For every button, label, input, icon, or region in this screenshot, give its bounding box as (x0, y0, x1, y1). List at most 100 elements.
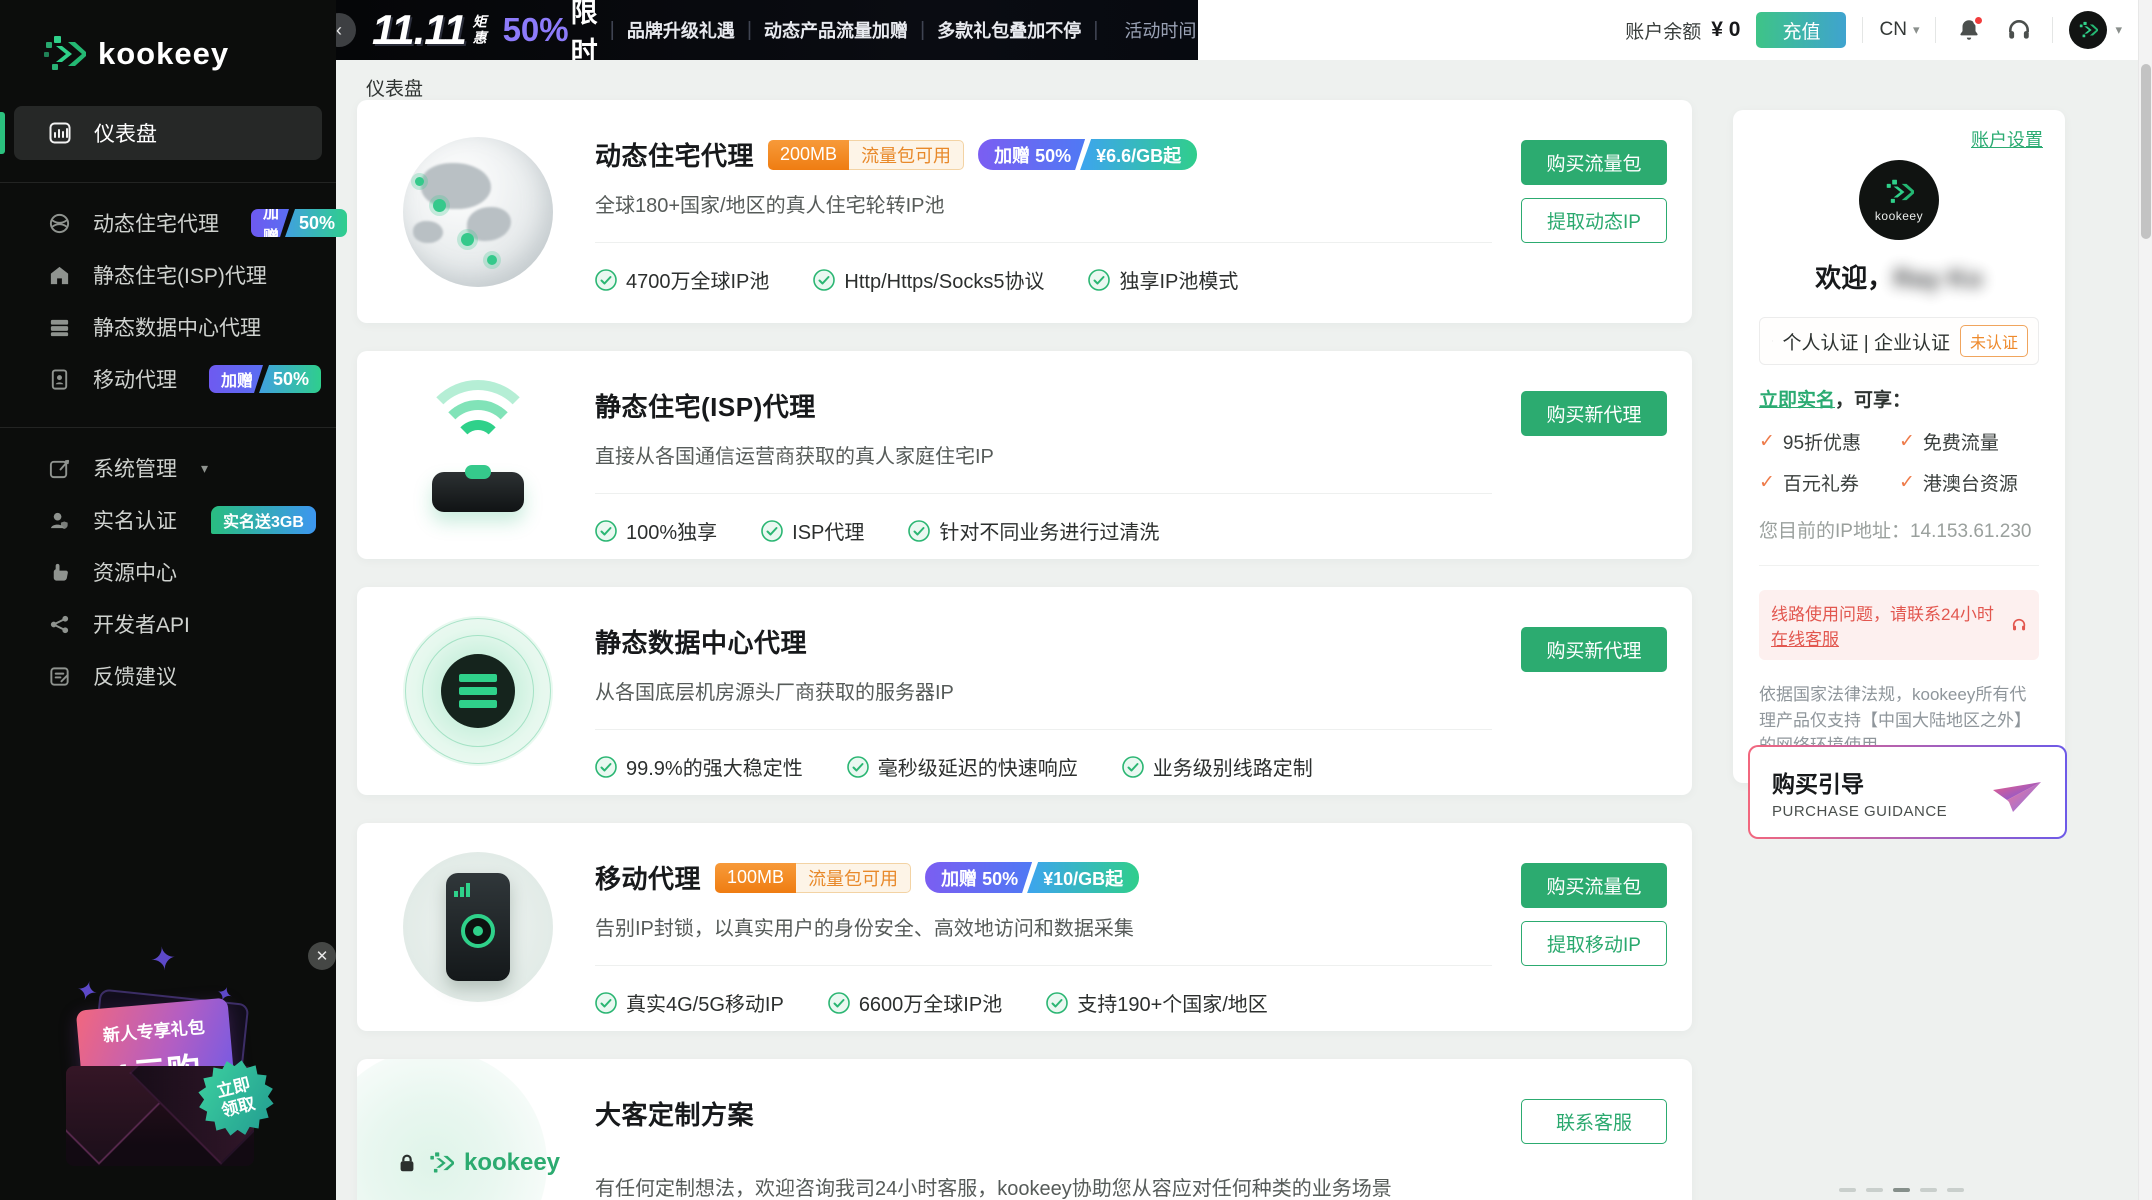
newbie-promo[interactable]: ✕ ✦ ✦ ✦ 新人专享礼包 1元购 立即领取 (58, 938, 288, 1188)
purchase-guidance-card[interactable]: 购买引导 PURCHASE GUIDANCE (1748, 745, 2067, 839)
pager-dash[interactable] (1866, 1188, 1883, 1192)
pager-dash[interactable] (1947, 1188, 1964, 1192)
promo-banner-1111[interactable]: ‹ 11.11 矩惠 50% 流量限时加赠 | 品牌升级礼遇 | 动态产品流量加… (336, 0, 1198, 60)
product-description: 直接从各国通信运营商获取的真人家庭住宅IP (595, 440, 1482, 469)
sidebar-item-feedback[interactable]: 反馈建议 (0, 650, 336, 702)
banner-separator: | (920, 19, 925, 42)
product-card-list: 动态住宅代理 200MB流量包可用 加赠 50%¥6.6/GB起 全球180+国… (357, 100, 1692, 1200)
divider (595, 965, 1492, 966)
sidebar-item-label: 静态住宅(ISP)代理 (93, 260, 267, 290)
support-notice: 线路使用问题，请联系24小时在线客服 (1759, 590, 2039, 660)
sidebar-item-label: 实名认证 (93, 505, 177, 535)
contact-support-button[interactable]: 联系客服 (1521, 1099, 1667, 1144)
sidebar-item-mobile-proxy[interactable]: 移动代理 加赠50% (0, 353, 336, 405)
product-card-static-isp: 静态住宅(ISP)代理 直接从各国通信运营商获取的真人家庭住宅IP 100%独享… (357, 351, 1692, 559)
sidebar-item-static-isp[interactable]: 静态住宅(ISP)代理 (0, 249, 336, 301)
guidance-subtitle: PURCHASE GUIDANCE (1772, 803, 1991, 820)
product-card-mobile-proxy: 移动代理 100MB流量包可用 加赠 50%¥10/GB起 告别IP封锁，以真实… (357, 823, 1692, 1031)
kookeey-logo-icon (42, 32, 86, 76)
id-badge-icon (48, 368, 71, 391)
recharge-button[interactable]: 充值 (1756, 12, 1846, 48)
buy-traffic-pack-button[interactable]: 购买流量包 (1521, 863, 1667, 908)
check-circle-icon (595, 269, 617, 291)
sidebar-item-realname-auth[interactable]: 实名认证 实名送3GB (0, 494, 336, 546)
sidebar-item-dynamic-residential[interactable]: 动态住宅代理 加赠50% (0, 197, 336, 249)
bonus-badge: 加赠50% (209, 365, 321, 393)
feature-item: 独享IP池模式 (1088, 265, 1238, 294)
divider (2052, 17, 2053, 43)
online-support-link[interactable]: 在线客服 (1771, 630, 1839, 649)
check-circle-icon (1046, 992, 1068, 1014)
sidebar-item-system-management[interactable]: 系统管理 ▾ (0, 442, 336, 494)
feature-item: 真实4G/5G移动IP (595, 988, 784, 1017)
feature-item: 针对不同业务进行过清洗 (908, 516, 1159, 545)
bonus-badge: 加赠50% (251, 209, 347, 237)
sparkle-icon: ✦ (147, 938, 179, 979)
realname-gift-badge: 实名送3GB (211, 506, 316, 534)
bonus-price-badge: 加赠 50%¥10/GB起 (925, 862, 1139, 893)
sidebar-item-label: 反馈建议 (93, 661, 177, 691)
breadcrumb[interactable]: 仪表盘 (366, 74, 423, 101)
extract-dynamic-ip-button[interactable]: 提取动态IP (1521, 198, 1667, 243)
feature-item: 99.9%的强大稳定性 (595, 752, 803, 781)
perk-item: ✓百元礼券 (1759, 469, 1899, 496)
product-title: 静态数据中心代理 (595, 623, 807, 660)
banner-tag: 矩惠 (472, 14, 487, 46)
brand-logo[interactable]: kookeey (0, 0, 336, 76)
check-circle-icon (761, 520, 783, 542)
hand-point-icon (48, 561, 71, 584)
sidebar-item-label: 仪表盘 (94, 118, 157, 148)
product-description: 告别IP封锁，以真实用户的身份安全、高效地访问和数据采集 (595, 912, 1482, 941)
support-headset[interactable] (2002, 13, 2036, 47)
globe-rotate-icon (48, 212, 71, 235)
sidebar-item-label: 静态数据中心代理 (93, 312, 261, 342)
user-menu[interactable]: ▾ (2069, 11, 2122, 49)
sidebar-item-dashboard[interactable]: 仪表盘 (14, 106, 322, 160)
banner-collapse-button[interactable]: ‹ (336, 13, 356, 47)
buy-new-proxy-button[interactable]: 购买新代理 (1521, 627, 1667, 672)
avatar-wordmark: kookeey (1875, 209, 1923, 223)
traffic-pack-badge: 200MB流量包可用 (768, 140, 964, 170)
sidebar-item-label: 资源中心 (93, 557, 177, 587)
divider (1759, 565, 2039, 566)
sidebar-item-developer-api[interactable]: 开发者API (0, 598, 336, 650)
banner-separator: | (1093, 19, 1098, 42)
perk-grid: ✓95折优惠 ✓免费流量 ✓百元礼券 ✓港澳台资源 (1759, 428, 2039, 496)
product-card-static-datacenter: 静态数据中心代理 从各国底层机房源头厂商获取的服务器IP 99.9%的强大稳定性… (357, 587, 1692, 795)
buy-traffic-pack-button[interactable]: 购买流量包 (1521, 140, 1667, 185)
sidebar-products-group: 动态住宅代理 加赠50% 静态住宅(ISP)代理 静态数据中心代理 (0, 183, 336, 405)
chevron-down-icon: ▾ (2115, 22, 2122, 38)
check-circle-icon (595, 756, 617, 778)
promo-close-icon[interactable]: ✕ (308, 942, 336, 970)
extract-mobile-ip-button[interactable]: 提取移动IP (1521, 921, 1667, 966)
realname-now-link[interactable]: 立即实名 (1759, 390, 1835, 411)
check-circle-icon (828, 992, 850, 1014)
banner-item: 动态产品流量加赠 (764, 17, 908, 43)
share-network-icon (48, 613, 71, 636)
banner-separator: | (610, 19, 615, 42)
product-description: 全球180+国家/地区的真人住宅轮转IP池 (595, 189, 1482, 218)
datacenter-illustration (403, 616, 553, 766)
pager-dash-active[interactable] (1893, 1188, 1910, 1192)
phone-illustration (403, 852, 553, 1002)
globe-illustration (403, 137, 553, 287)
account-settings-link[interactable]: 账户设置 (1971, 126, 2043, 152)
realname-line: 立即实名，可享： (1759, 385, 2039, 412)
scrollbar[interactable] (2138, 0, 2152, 1200)
certification-box[interactable]: 个人认证 | 企业认证 未认证 (1759, 317, 2039, 365)
lock-icon (396, 1152, 418, 1174)
sidebar-item-static-datacenter[interactable]: 静态数据中心代理 (0, 301, 336, 353)
banner-item: 多款礼包叠加不停 (937, 17, 1081, 43)
dashboard-icon (48, 121, 72, 145)
sidebar-item-resource-center[interactable]: 资源中心 (0, 546, 336, 598)
feedback-note-icon (48, 665, 71, 688)
buy-new-proxy-button[interactable]: 购买新代理 (1521, 391, 1667, 436)
scrollbar-thumb[interactable] (2141, 64, 2151, 239)
banner-time: 活动时间：11.4-12.12 (1124, 17, 1198, 43)
pager-dash[interactable] (1920, 1188, 1937, 1192)
notifications-bell[interactable] (1952, 13, 1986, 47)
language-selector[interactable]: CN▾ (1879, 19, 1919, 41)
balance-value: ¥ 0 (1711, 18, 1740, 42)
pager-dash[interactable] (1839, 1188, 1856, 1192)
check-icon: ✓ (1899, 430, 1915, 453)
